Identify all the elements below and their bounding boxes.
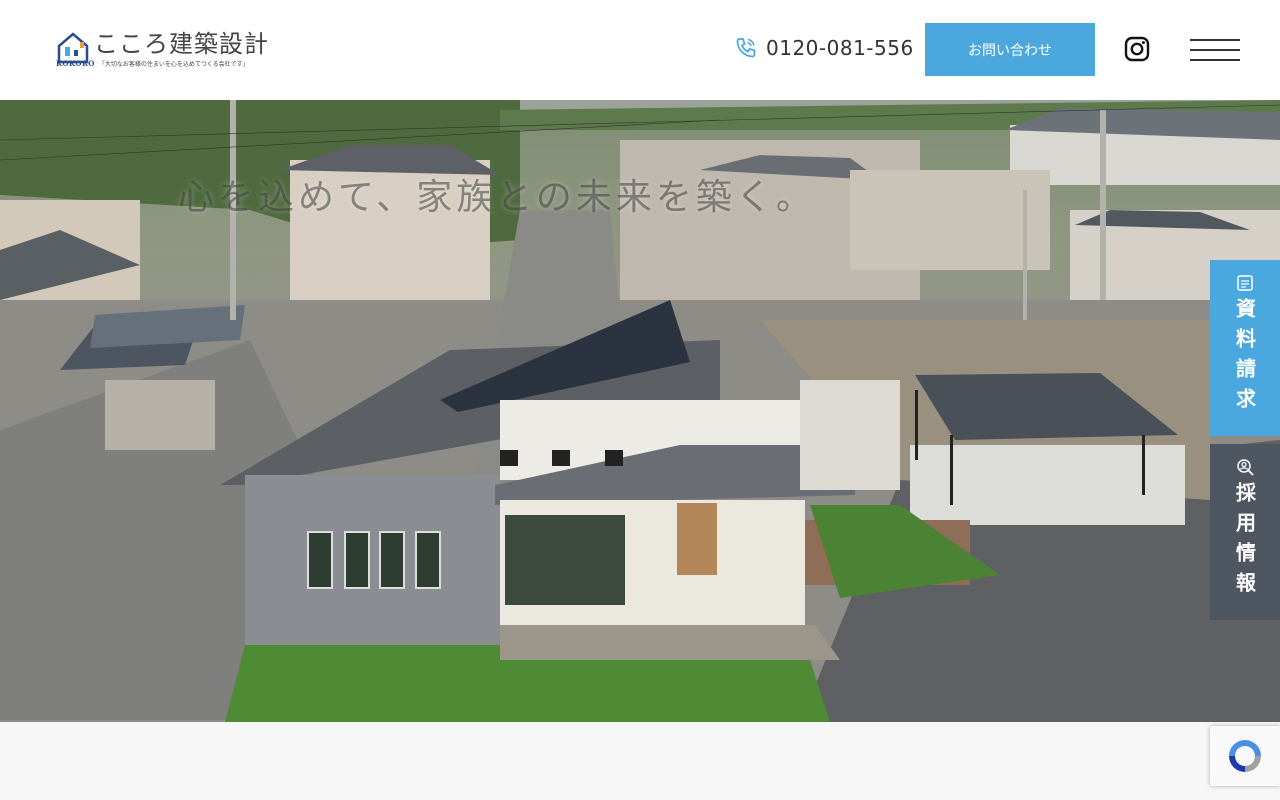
phone-link[interactable]: 0120-081-556 (734, 36, 914, 60)
house-logo-icon (57, 32, 89, 64)
recruit-icon (1237, 459, 1254, 476)
document-request-tab[interactable]: 資料請求 (1210, 260, 1280, 436)
contact-button[interactable]: お問い合わせ (925, 23, 1095, 76)
logo-tagline: 「大切なお客様の住まいを心を込めてつくる会社です」 (98, 61, 249, 68)
site-header: こころ建築設計 KOKORO 「大切なお客様の住まいを心を込めてつくる会社です」… (0, 0, 1280, 100)
recruit-tab[interactable]: 採用情報 (1210, 444, 1280, 620)
hamburger-menu-icon[interactable] (1190, 39, 1240, 61)
site-logo[interactable]: こころ建築設計 KOKORO 「大切なお客様の住まいを心を込めてつくる会社です」 (56, 30, 269, 68)
document-icon (1237, 275, 1253, 291)
recaptcha-badge[interactable] (1210, 726, 1280, 786)
phone-number: 0120-081-556 (766, 36, 914, 60)
next-section (0, 722, 1280, 800)
hero-catchphrase: 心を込めて、家族との未来を築く。 (178, 177, 816, 218)
logo-name: こころ建築設計 (94, 30, 269, 58)
phone-icon (736, 38, 756, 58)
instagram-icon[interactable] (1124, 36, 1150, 62)
recruit-label: 採用情報 (1232, 482, 1257, 602)
document-request-label: 資料請求 (1232, 298, 1257, 418)
hero-section: 心を込めて、家族との未来を築く。 (0, 100, 1280, 722)
recaptcha-icon (1229, 740, 1261, 772)
